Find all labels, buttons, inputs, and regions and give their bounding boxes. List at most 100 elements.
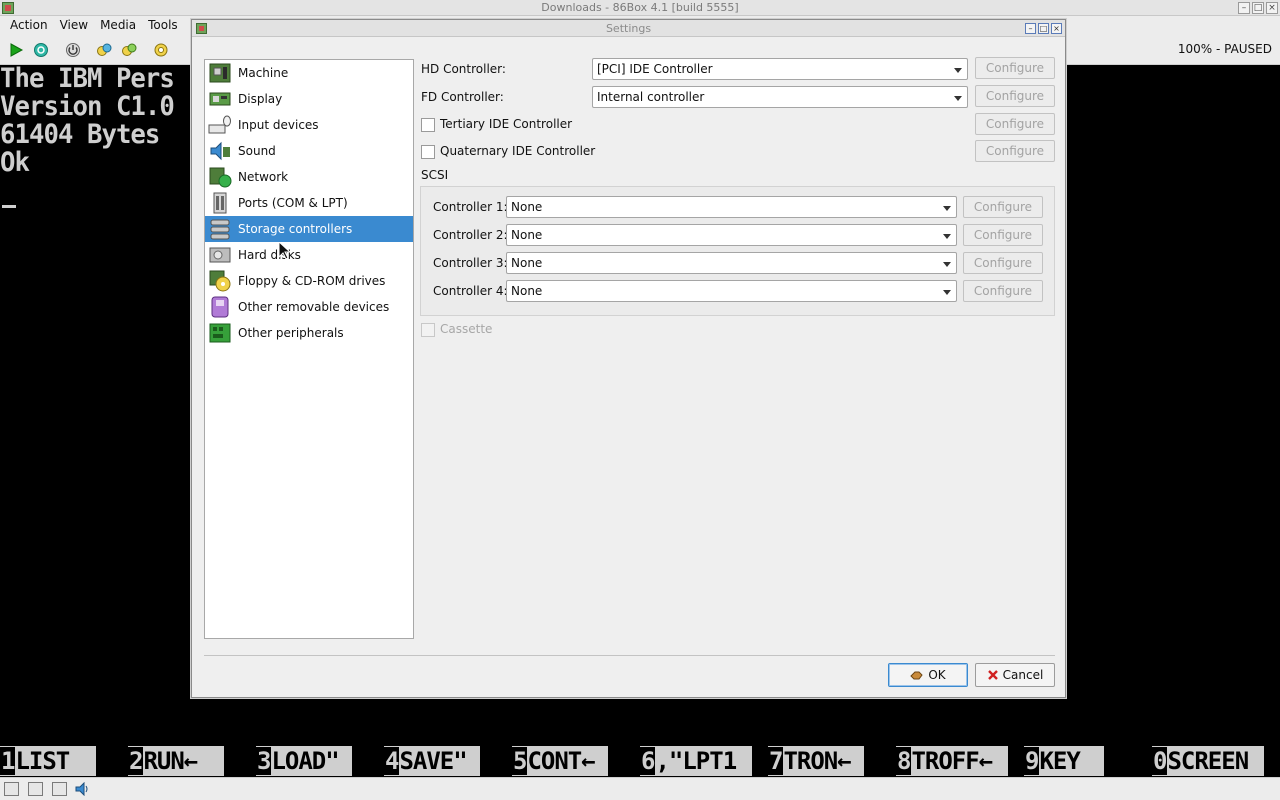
cancel-x-icon	[987, 670, 998, 680]
hard-disk-activity-icon[interactable]	[52, 782, 67, 796]
nav-label: Sound	[238, 144, 276, 158]
chevron-down-icon	[943, 290, 951, 295]
fd-controller-value: Internal controller	[597, 90, 705, 104]
ctrl-alt-del-icon[interactable]	[96, 42, 112, 58]
removable-device-icon	[211, 296, 229, 318]
nav-item-floppy-cdrom[interactable]: Floppy & CD-ROM drives	[205, 268, 413, 294]
fkey-8: 8TROFF←	[896, 746, 1008, 776]
tertiary-ide-label: Tertiary IDE Controller	[440, 117, 573, 131]
peripheral-board-icon	[209, 323, 231, 343]
dialog-close-button[interactable]: ×	[1051, 23, 1062, 34]
main-window-title: Downloads - 86Box 4.1 [build 5555]	[541, 1, 739, 14]
chevron-down-icon	[943, 262, 951, 267]
fd-controller-select[interactable]: Internal controller	[592, 86, 968, 108]
nav-item-machine[interactable]: Machine	[205, 60, 413, 86]
nav-item-ports[interactable]: Ports (COM & LPT)	[205, 190, 413, 216]
fkey-2: 2RUN←	[128, 746, 224, 776]
chevron-down-icon	[943, 206, 951, 211]
nav-item-display[interactable]: Display	[205, 86, 413, 112]
maximize-button[interactable]: □	[1252, 2, 1264, 14]
fkey-10: 0SCREEN	[1152, 746, 1264, 776]
nav-item-storage-controllers[interactable]: Storage controllers	[205, 216, 413, 242]
minimize-button[interactable]: –	[1238, 2, 1250, 14]
cancel-label: Cancel	[1002, 668, 1044, 682]
ok-button[interactable]: OK	[888, 663, 968, 687]
nav-label: Storage controllers	[238, 222, 353, 236]
scsi-controller-3-label: Controller 3:	[433, 256, 508, 270]
emulation-status: 100% - PAUSED	[1177, 42, 1272, 56]
screen-line: 61404 Bytes	[0, 119, 160, 150]
network-icon	[209, 167, 232, 188]
settings-icon[interactable]	[153, 42, 169, 58]
quaternary-ide-checkbox[interactable]	[421, 145, 435, 159]
cancel-button[interactable]: Cancel	[975, 663, 1055, 687]
menu-action[interactable]: Action	[4, 18, 54, 32]
reset-icon[interactable]	[33, 42, 49, 58]
sound-status-icon[interactable]	[74, 782, 90, 796]
floppy-cdrom-icon	[209, 270, 231, 292]
nav-item-input-devices[interactable]: Input devices	[205, 112, 413, 138]
scsi-controller-4-configure-button[interactable]: Configure	[963, 280, 1043, 302]
cassette-label: Cassette	[440, 322, 493, 336]
scsi-controller-3-configure-button[interactable]: Configure	[963, 252, 1043, 274]
close-button[interactable]: ×	[1266, 2, 1278, 14]
scsi-controller-1-value: None	[511, 200, 543, 214]
settings-dialog: Settings – □ × Machine Display Input dev…	[191, 19, 1066, 698]
nav-item-network[interactable]: Network	[205, 164, 413, 190]
quaternary-ide-label: Quaternary IDE Controller	[440, 144, 596, 158]
menu-tools[interactable]: Tools	[142, 18, 184, 32]
scsi-controller-1-select[interactable]: None	[506, 196, 957, 218]
nav-item-other-removable[interactable]: Other removable devices	[205, 294, 413, 320]
nav-item-other-peripherals[interactable]: Other peripherals	[205, 320, 413, 346]
chevron-down-icon	[954, 68, 962, 73]
scsi-controller-4-select[interactable]: None	[506, 280, 957, 302]
hd-controller-select[interactable]: [PCI] IDE Controller	[592, 58, 968, 80]
scsi-controller-1-configure-button[interactable]: Configure	[963, 196, 1043, 218]
scsi-controller-4-label: Controller 4:	[433, 284, 508, 298]
function-key-bar: 1LIST 2RUN← 3LOAD" 4SAVE" 5CONT← 6,"LPT1…	[0, 746, 1280, 776]
motherboard-icon	[209, 63, 231, 83]
play-icon[interactable]	[8, 42, 24, 58]
tertiary-ide-checkbox[interactable]	[421, 118, 435, 132]
dialog-maximize-button[interactable]: □	[1038, 23, 1049, 34]
nav-label: Network	[238, 170, 289, 184]
nav-item-sound[interactable]: Sound	[205, 138, 413, 164]
scsi-controller-3-value: None	[511, 256, 543, 270]
nav-label: Machine	[238, 66, 289, 80]
scsi-controller-2-select[interactable]: None	[506, 224, 957, 246]
ctrl-alt-esc-icon[interactable]	[121, 42, 137, 58]
scsi-controller-3-select[interactable]: None	[506, 252, 957, 274]
cassette-icon[interactable]	[28, 782, 43, 796]
keyboard-mouse-icon	[208, 115, 231, 134]
dialog-window-controls: – □ ×	[1025, 23, 1062, 34]
nav-label: Hard disks	[238, 248, 301, 262]
ok-label: OK	[928, 668, 946, 682]
text-cursor	[2, 205, 16, 208]
dialog-minimize-button[interactable]: –	[1025, 23, 1036, 34]
hd-controller-configure-button[interactable]: Configure	[975, 57, 1055, 79]
menu-media[interactable]: Media	[94, 18, 142, 32]
nav-label: Input devices	[238, 118, 319, 132]
screen-line: Version C1.0	[0, 91, 175, 122]
quaternary-ide-configure-button[interactable]: Configure	[975, 140, 1055, 162]
chevron-down-icon	[943, 234, 951, 239]
dialog-separator	[204, 655, 1055, 656]
scsi-controller-2-configure-button[interactable]: Configure	[963, 224, 1043, 246]
speaker-icon	[210, 141, 230, 161]
dialog-title: Settings	[605, 22, 652, 35]
power-icon[interactable]	[65, 42, 81, 58]
scsi-controller-1-label: Controller 1:	[433, 200, 508, 214]
tertiary-ide-configure-button[interactable]: Configure	[975, 113, 1055, 135]
floppy-drive-icon[interactable]	[4, 782, 19, 796]
fd-controller-configure-button[interactable]: Configure	[975, 85, 1055, 107]
nav-label: Ports (COM & LPT)	[238, 196, 348, 210]
hd-controller-value: [PCI] IDE Controller	[597, 62, 713, 76]
dialog-title-bar: Settings – □ ×	[192, 20, 1065, 37]
menu-view[interactable]: View	[54, 18, 94, 32]
nav-item-hard-disks[interactable]: Hard disks	[205, 242, 413, 268]
cassette-checkbox[interactable]	[421, 323, 435, 337]
scsi-controller-2-label: Controller 2:	[433, 228, 508, 242]
status-bar	[0, 777, 1280, 800]
fkey-6: 6,"LPT1	[640, 746, 752, 776]
scsi-group-title: SCSI	[421, 168, 449, 182]
